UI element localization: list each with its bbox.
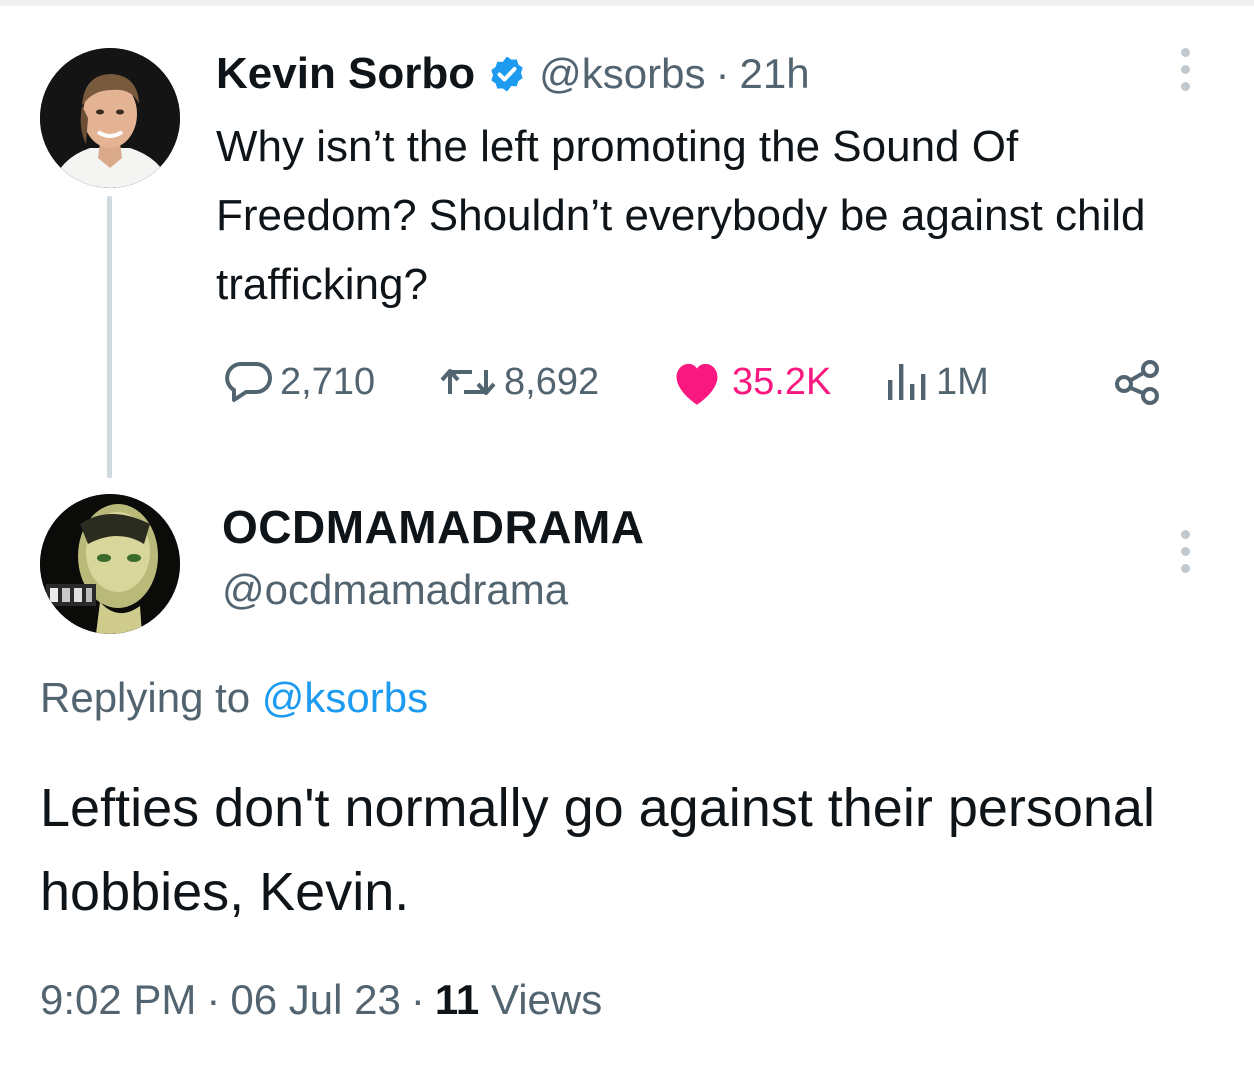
heart-icon — [676, 363, 718, 405]
reply-views-count: 11 — [434, 976, 480, 1023]
top-divider — [0, 0, 1254, 6]
avatar-kevin-sorbo[interactable] — [40, 48, 180, 188]
retweet-button[interactable]: 8,692 — [438, 352, 599, 412]
tweet-header: Kevin Sorbo @ksorbs · 21h — [216, 44, 810, 104]
replying-to-mention[interactable]: @ksorbs — [262, 674, 428, 721]
reply-text: Lefties don't normally go against their … — [40, 778, 1155, 922]
author-name[interactable]: Kevin Sorbo — [216, 49, 475, 99]
reply-views-label[interactable]: Views — [491, 976, 602, 1023]
reply-author-handle[interactable]: @ocdmamadrama — [222, 566, 568, 614]
replying-to-label: Replying to — [40, 674, 251, 721]
separator-dot: · — [715, 50, 730, 97]
speech-bubble-icon — [225, 362, 272, 402]
separator-dot: · — [206, 976, 221, 1023]
retweet-count: 8,692 — [504, 360, 600, 403]
avatar-portrait-image — [40, 48, 180, 188]
share-nodes-icon — [1115, 360, 1159, 405]
author-handle[interactable]: @ksorbs — [539, 50, 705, 98]
avatar-ocdmamadrama[interactable] — [40, 494, 180, 634]
views-button[interactable]: 1M — [884, 352, 989, 412]
view-count: 1M — [936, 360, 989, 403]
reply-time[interactable]: 9:02 PM — [40, 976, 196, 1023]
reply-metadata: 9:02 PM · 06 Jul 23 · 11 Views — [40, 976, 602, 1024]
share-button[interactable] — [1112, 352, 1170, 412]
reply-author-name[interactable]: OCDMAMADRAMA — [222, 500, 645, 554]
more-options-icon[interactable] — [1181, 530, 1191, 573]
bar-chart-icon — [888, 364, 926, 400]
tweet-actions: 2,710 8,692 35.2K 1M — [216, 352, 1176, 412]
separator-dot: · — [410, 976, 425, 1023]
reply-button[interactable]: 2,710 — [222, 352, 375, 412]
reply-date[interactable]: 06 Jul 23 — [230, 976, 400, 1023]
thread-connector-line — [107, 196, 112, 478]
tweet-text: Why isn’t the left promoting the Sound O… — [216, 122, 1146, 309]
replying-to-line: Replying to @ksorbs — [40, 674, 428, 722]
more-options-icon[interactable] — [1181, 48, 1191, 91]
verified-badge-icon — [491, 56, 523, 92]
tweet-time[interactable]: 21h — [740, 50, 810, 98]
avatar-portrait-image — [40, 494, 180, 634]
retweet-arrows-icon — [440, 369, 496, 395]
like-button[interactable]: 35.2K — [668, 352, 831, 412]
like-count: 35.2K — [732, 360, 832, 403]
reply-count: 2,710 — [280, 360, 376, 403]
